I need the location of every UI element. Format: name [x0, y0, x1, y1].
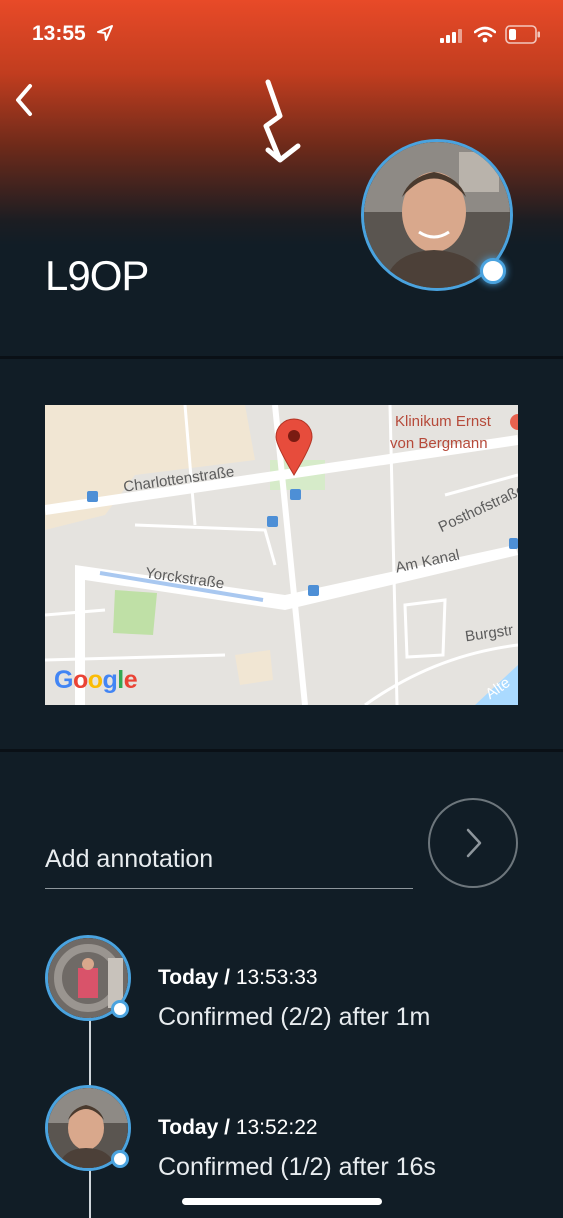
cellular-signal-icon — [440, 29, 462, 43]
location-arrow-icon — [97, 25, 113, 41]
google-logo: Google — [54, 666, 138, 694]
timeline-entry-text: Confirmed (1/2) after 16s — [158, 1153, 436, 1181]
timeline-entry-time: Today / 13:52:22 — [158, 1116, 318, 1139]
section-divider — [0, 749, 563, 752]
timeline-status-dot — [111, 1000, 129, 1018]
timeline-entry-time: Today / 13:53:33 — [158, 966, 318, 989]
wifi-icon — [474, 26, 496, 43]
section-divider — [0, 356, 563, 359]
map-poi-label: Klinikum Ernst — [395, 413, 491, 430]
home-indicator[interactable] — [182, 1198, 382, 1205]
send-annotation-button[interactable] — [428, 798, 518, 888]
timeline-entry-text: Confirmed (2/2) after 1m — [158, 1003, 431, 1031]
chevron-right-icon — [466, 828, 482, 858]
map-poi-label: von Bergmann — [390, 435, 488, 452]
lightning-logo-icon — [263, 79, 301, 163]
timeline-status-dot — [111, 1150, 129, 1168]
battery-icon — [505, 25, 540, 44]
online-status-dot — [480, 258, 506, 284]
status-time: 13:55 — [32, 22, 86, 45]
back-chevron-icon[interactable] — [10, 80, 40, 120]
location-map[interactable]: Klinikum Ernst von Bergmann Charlottenst… — [45, 405, 518, 705]
annotation-input[interactable]: Add annotation — [45, 840, 413, 889]
page-title: L9OP — [45, 252, 149, 299]
